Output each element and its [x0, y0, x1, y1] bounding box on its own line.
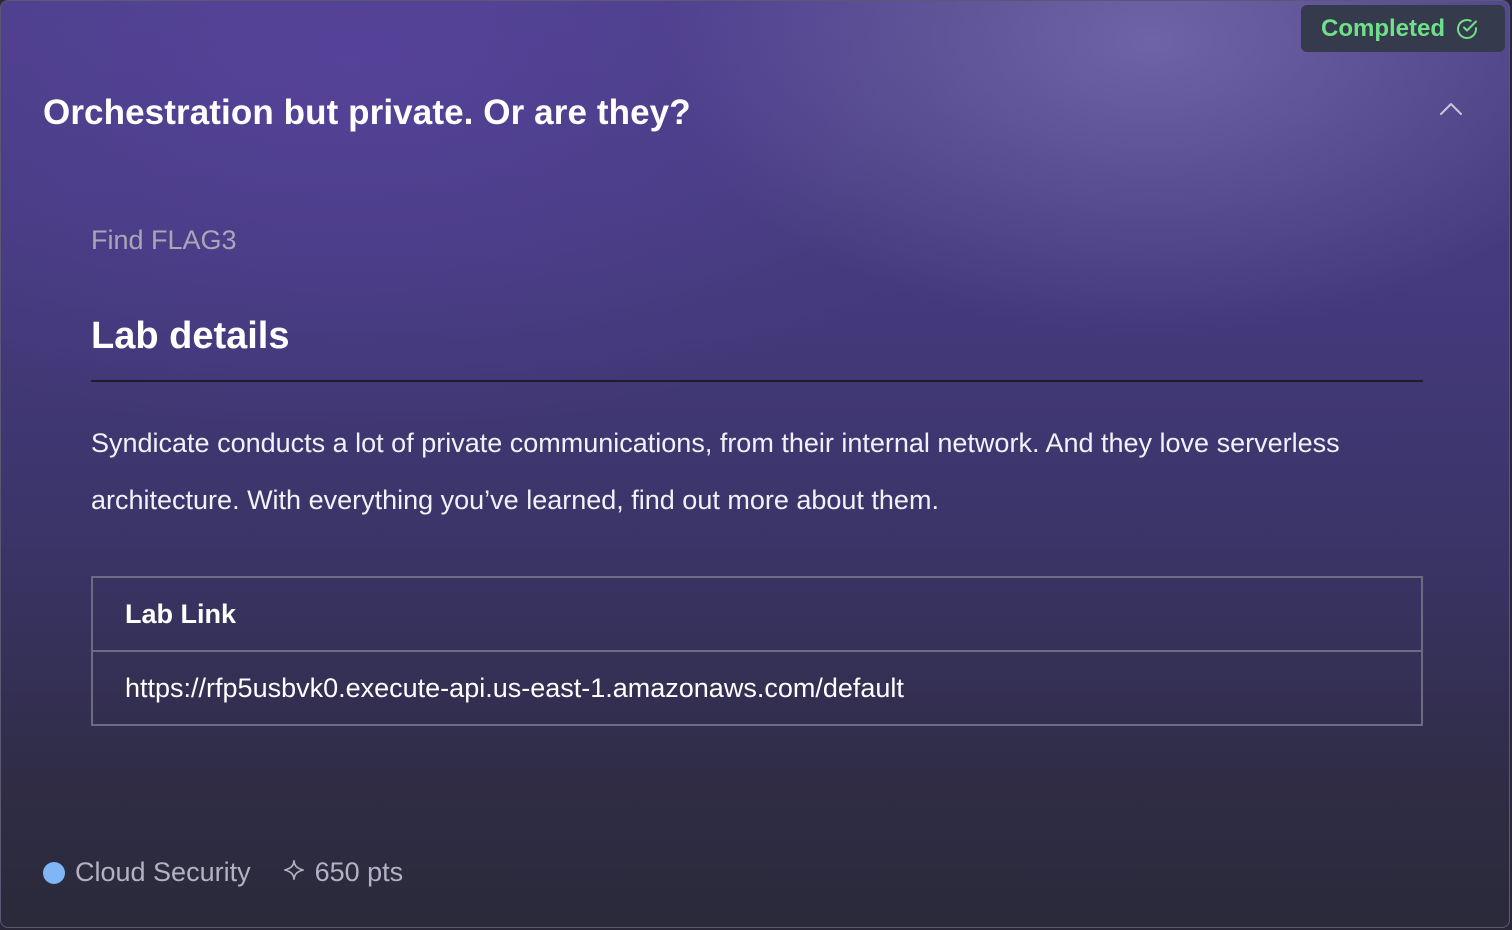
- check-circle-icon: [1455, 17, 1479, 41]
- table-row: https://rfp5usbvk0.execute-api.us-east-1…: [91, 650, 1423, 726]
- points-label: 650 pts: [314, 857, 404, 887]
- lab-url-link[interactable]: https://rfp5usbvk0.execute-api.us-east-1…: [125, 673, 904, 703]
- lab-description: Syndicate conducts a lot of private comm…: [91, 428, 1340, 515]
- table-cell-link: https://rfp5usbvk0.execute-api.us-east-1…: [91, 650, 1423, 726]
- challenge-subtitle: Find FLAG3: [91, 225, 237, 255]
- challenge-card: Completed Orchestration but private. Or …: [0, 0, 1510, 928]
- collapse-button[interactable]: [1437, 99, 1465, 123]
- completed-label: Completed: [1320, 14, 1445, 42]
- table-header-lab-link: Lab Link: [91, 576, 1423, 652]
- challenge-title: Orchestration but private. Or are they?: [43, 93, 691, 132]
- category-label: Cloud Security: [75, 857, 251, 887]
- challenge-footer: Cloud Security 650 pts: [43, 857, 403, 888]
- lab-details-heading: Lab details: [91, 315, 290, 357]
- completed-badge: Completed: [1300, 5, 1505, 52]
- lab-link-table: Lab Link https://rfp5usbvk0.execute-api.…: [91, 576, 1423, 726]
- category-dot: [43, 861, 65, 884]
- sparkle-icon: [283, 857, 305, 888]
- divider: [91, 380, 1423, 382]
- chevron-up-icon: [1439, 102, 1463, 121]
- table-header-row: Lab Link: [91, 576, 1423, 652]
- points: 650 pts: [283, 857, 404, 888]
